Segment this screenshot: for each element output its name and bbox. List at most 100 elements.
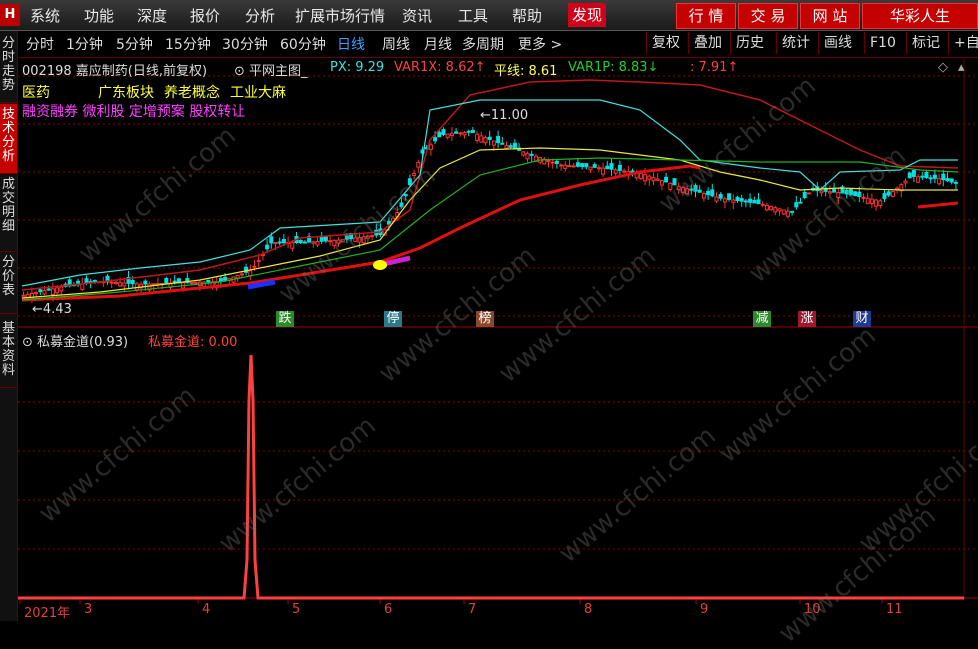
candle-body — [794, 202, 799, 208]
high-price-label: ←11.00 — [480, 108, 529, 123]
candle-body — [567, 165, 572, 168]
candle-body — [189, 281, 194, 284]
candle-body — [617, 164, 622, 171]
candle-body — [281, 239, 286, 244]
candle-body — [475, 133, 480, 141]
concept-tag[interactable]: 广东板块 — [98, 82, 154, 102]
candle-body — [895, 187, 900, 190]
scroll-up-icon[interactable]: ▴ — [958, 60, 965, 75]
x-axis-label: 7 — [468, 602, 477, 617]
candle-body — [916, 176, 921, 183]
diamond-icon[interactable]: ◇ — [938, 60, 948, 75]
candle-body — [454, 131, 459, 134]
candle-body — [588, 166, 593, 171]
candle-body — [596, 167, 601, 170]
candle-body — [622, 170, 627, 173]
candle-body — [290, 242, 295, 249]
candle-body — [441, 129, 446, 135]
candle-body — [785, 210, 790, 217]
candle-body — [575, 162, 580, 167]
candle-body — [470, 129, 475, 133]
candle-body — [428, 144, 433, 150]
concept-tags-line2[interactable]: 融资融券 微利股 定增预案 股权转让 — [22, 101, 245, 121]
candle-body — [802, 191, 807, 199]
candle-body — [143, 280, 148, 285]
candle-body — [911, 170, 916, 177]
candle-body — [882, 193, 887, 200]
candle-body — [38, 289, 43, 293]
candle-body — [525, 152, 530, 160]
candle-body — [706, 190, 711, 196]
var1x-value: VAR1X: 8.62↑ — [394, 60, 486, 75]
candle-body — [483, 137, 488, 144]
candle-body — [458, 132, 463, 135]
candle-body — [790, 210, 795, 213]
candle-body — [252, 265, 257, 268]
candle-body — [311, 241, 316, 244]
candle-body — [806, 192, 811, 195]
extra-value: : 7.91↑ — [690, 60, 739, 75]
candle-body — [664, 176, 669, 183]
x-axis-label: 3 — [84, 602, 93, 617]
candle-body — [248, 270, 253, 277]
candle-body — [731, 199, 736, 203]
candle-body — [869, 198, 874, 205]
candle-body — [151, 283, 156, 286]
signal-marker: 停 — [384, 311, 402, 327]
candle-body — [773, 207, 778, 213]
candle-body — [727, 193, 732, 200]
candle-body — [937, 178, 942, 185]
candle-body — [613, 169, 618, 174]
candle-body — [433, 137, 438, 142]
low-price-label: ←4.43 — [32, 302, 72, 317]
candle-body — [554, 160, 559, 165]
candle-body — [59, 286, 64, 292]
x-axis-label: 8 — [584, 602, 593, 617]
candle-body — [584, 163, 589, 168]
yellow-dot — [373, 260, 387, 270]
candle-body — [563, 164, 568, 169]
signal-marker: 减 — [753, 311, 771, 327]
pingxian-value: 平线: 8.61 — [494, 64, 558, 79]
candle-body — [546, 160, 551, 163]
candle-body — [580, 163, 585, 168]
candle-body — [819, 190, 824, 194]
candle-body — [886, 191, 891, 196]
candle-body — [601, 167, 606, 175]
ma-red-tail — [917, 201, 959, 209]
candle-body — [798, 201, 803, 204]
candle-body — [521, 151, 526, 156]
candle-body — [559, 164, 564, 167]
candle-body — [638, 172, 643, 179]
candle-body — [34, 292, 39, 295]
px-value: PX: 9.29 — [330, 60, 385, 75]
candle-body — [130, 280, 135, 285]
candle-body — [479, 135, 484, 143]
sub-indicator-name: 私募金道(0.93) — [37, 335, 129, 350]
concept-tag[interactable]: 养老概念 — [164, 82, 220, 102]
indicator-selector[interactable]: ⊙ 平网主图_ — [234, 60, 308, 79]
candle-body — [109, 281, 114, 284]
candle-body — [647, 175, 652, 180]
candle-body — [718, 193, 723, 199]
candle-body — [508, 145, 513, 148]
var1p-value: VAR1P: 8.83↓ — [568, 60, 659, 75]
candle-body — [953, 181, 958, 184]
candle-body — [46, 288, 51, 291]
candle-body — [239, 273, 244, 276]
candle-body — [466, 130, 471, 133]
sub-indicator-value: 私募金道: 0.00 — [148, 335, 238, 350]
concept-tag[interactable]: 医药 — [22, 82, 50, 102]
candle-body — [874, 199, 879, 207]
candle-body — [80, 283, 85, 290]
candle-body — [315, 241, 320, 246]
candle-body — [701, 192, 706, 199]
sub-indicator-selector[interactable]: ⊙ 私募金道(0.93) — [22, 331, 128, 350]
candle-body — [223, 276, 228, 281]
candle-body — [277, 241, 282, 244]
candle-body — [437, 131, 442, 138]
candle-body — [878, 200, 883, 207]
candle-body — [265, 244, 270, 250]
candle-body — [924, 171, 929, 179]
concept-tag[interactable]: 工业大麻 — [230, 82, 286, 102]
